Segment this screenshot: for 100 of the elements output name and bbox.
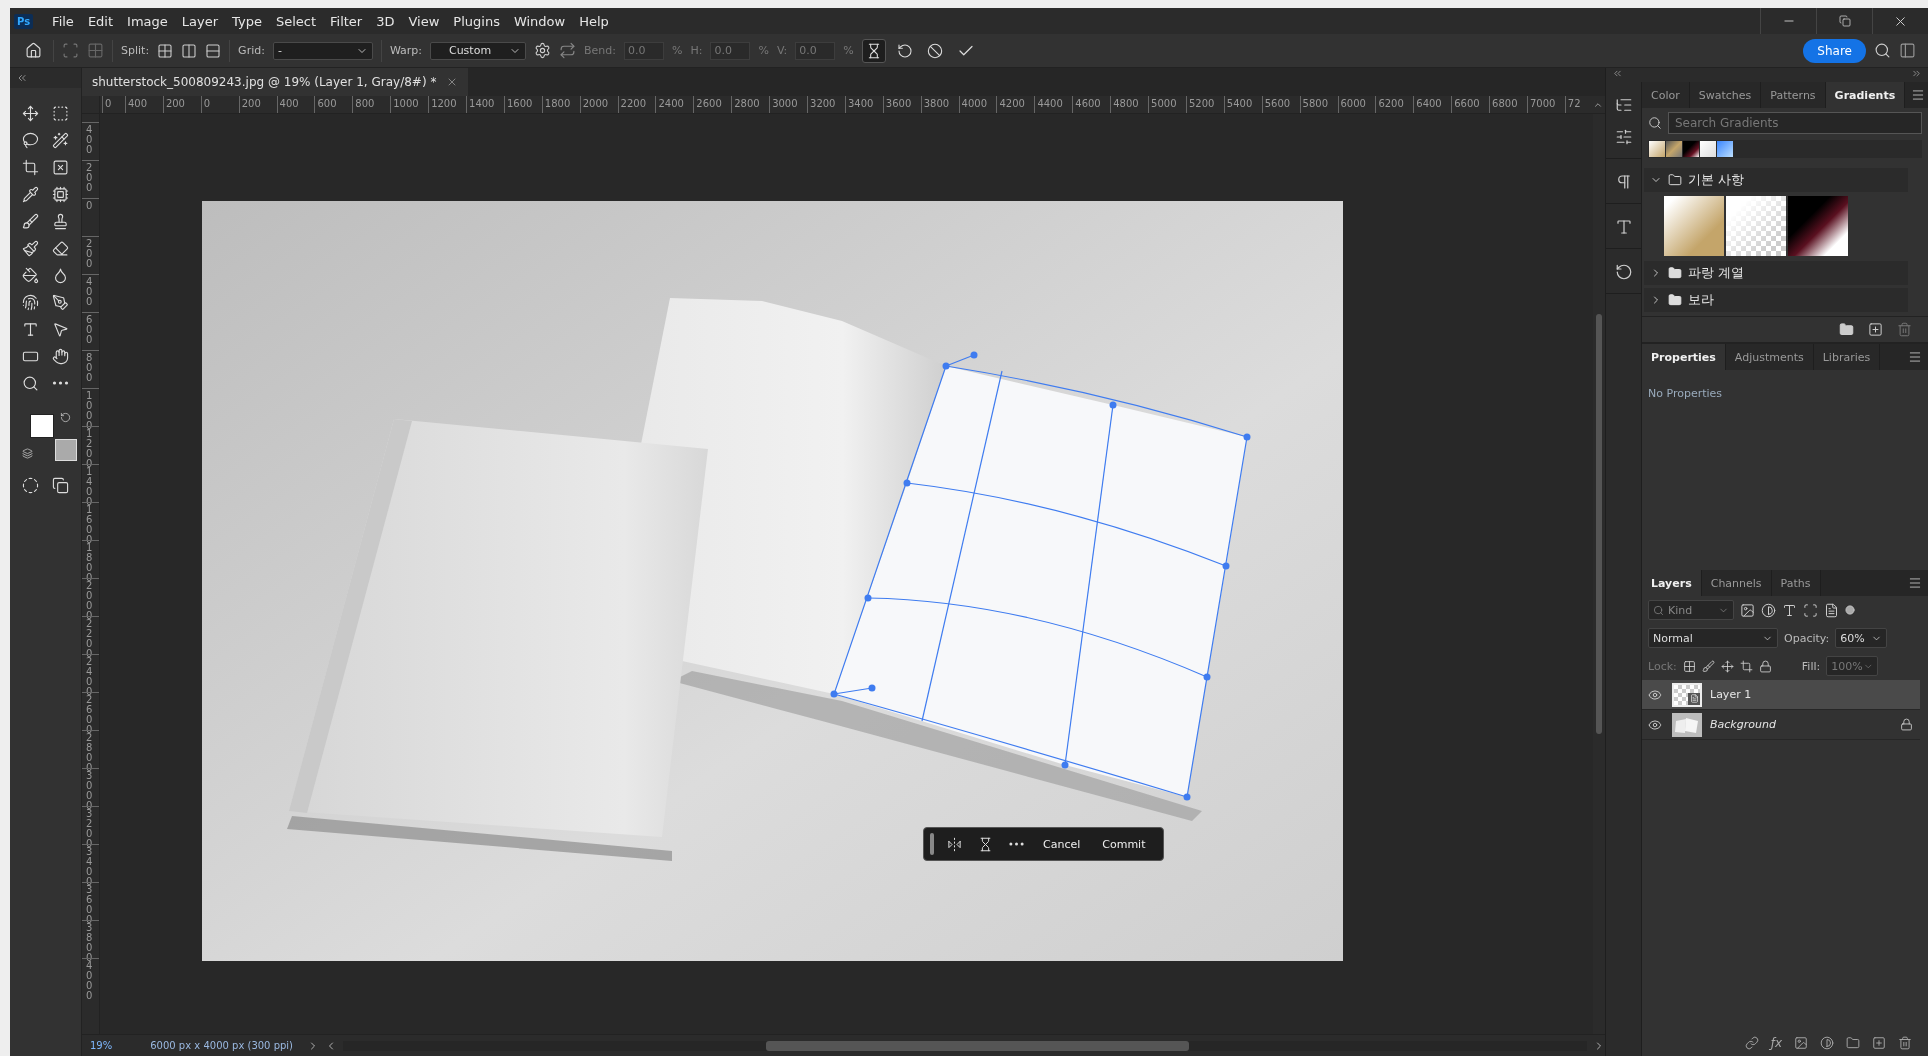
group-icon[interactable] <box>1846 1036 1860 1050</box>
new-gradient-icon[interactable] <box>1868 322 1883 337</box>
split-horizontal-icon[interactable] <box>205 42 222 59</box>
visibility-icon[interactable] <box>1648 717 1662 732</box>
warp-orientation-icon[interactable] <box>559 42 577 59</box>
menu-item[interactable]: Edit <box>80 13 121 29</box>
gradient-preset[interactable] <box>1788 196 1848 256</box>
panel-tab[interactable]: Gradients <box>1825 82 1906 108</box>
expand-icon[interactable] <box>1612 68 1623 79</box>
settings-icon[interactable] <box>534 42 552 59</box>
split-vertical-icon[interactable] <box>181 42 198 59</box>
share-button[interactable]: Share <box>1803 38 1866 63</box>
recent-gradient-swatch[interactable] <box>1683 141 1699 157</box>
search-icon[interactable] <box>1874 42 1891 59</box>
character-icon[interactable] <box>1614 218 1633 236</box>
menu-item[interactable]: Select <box>268 13 323 29</box>
gradient-group[interactable]: 파랑 계열 <box>1644 261 1908 285</box>
mask-icon[interactable] <box>1794 1036 1808 1050</box>
delete-icon[interactable] <box>1898 1036 1912 1050</box>
delete-icon[interactable] <box>1897 322 1912 337</box>
more-icon <box>51 381 69 385</box>
adjustment-filter-icon[interactable] <box>1761 602 1776 618</box>
fx-button[interactable]: ƒx <box>1770 1036 1782 1050</box>
menu-item[interactable]: View <box>401 13 447 29</box>
document-tab[interactable]: shutterstock_500809243.jpg @ 19% (Layer 1, Gray/8#) * <box>82 68 469 96</box>
home-icon <box>25 42 42 59</box>
pixel-filter-icon[interactable] <box>1740 602 1755 618</box>
ruler-label: 6800 <box>1492 98 1518 109</box>
ruler-label: 3600 <box>885 98 912 109</box>
background-color-swatch[interactable] <box>55 439 77 461</box>
recent-gradient-swatch[interactable] <box>1649 141 1665 157</box>
commit-button[interactable]: Commit <box>1096 833 1152 855</box>
menu-item[interactable]: 3D <box>369 13 402 29</box>
ruler-label: 5600 <box>1264 98 1291 109</box>
menu-item[interactable]: Image <box>120 13 175 29</box>
menu-item[interactable]: Layer <box>174 13 226 29</box>
workspace-icon[interactable] <box>1899 42 1916 59</box>
ruler-label: 5800 <box>1302 98 1329 109</box>
history-icon[interactable] <box>1614 263 1633 281</box>
new-layer-icon[interactable] <box>1872 1036 1886 1050</box>
foreground-color-swatch[interactable] <box>30 414 54 438</box>
menu-item[interactable]: Filter <box>323 13 370 29</box>
menu-icon <box>1911 88 1926 102</box>
ruler-label: 7000 <box>1529 98 1556 109</box>
gradient-group[interactable]: 기본 사항 <box>1644 168 1908 192</box>
gradient-group[interactable]: 보라 <box>1644 288 1908 312</box>
smart-object-filter-icon[interactable] <box>1824 602 1839 618</box>
screen-mode-icon <box>51 476 69 494</box>
ruler-label: 2200 <box>620 98 647 109</box>
cancel-button[interactable]: Cancel <box>1037 833 1087 855</box>
type-filter-icon[interactable] <box>1782 602 1797 618</box>
opacity-field[interactable]: 60% <box>1835 628 1888 648</box>
search-field[interactable]: Search Gradients <box>1668 112 1922 134</box>
blend-mode-dropdown[interactable]: Normal <box>1648 628 1778 648</box>
cancel-icon <box>926 42 943 59</box>
ruler-label: 400 <box>86 277 93 307</box>
collapse-icon[interactable] <box>1911 68 1922 79</box>
menu-item[interactable]: Window <box>506 13 573 29</box>
app-logo[interactable]: Ps <box>14 13 34 29</box>
zoom-level[interactable]: 19% <box>90 1040 113 1051</box>
panel-tab[interactable]: Layers <box>1642 570 1702 596</box>
menu-item[interactable]: Type <box>225 13 269 29</box>
ruler-label: 4800 <box>1113 98 1139 109</box>
menu-item[interactable]: File <box>45 13 81 29</box>
ruler-label: 400 <box>128 98 148 109</box>
recent-gradient-swatch[interactable] <box>1717 141 1733 157</box>
ruler-label: 200 <box>86 163 93 193</box>
puppet-warp-button[interactable] <box>861 38 886 63</box>
shape-filter-icon[interactable] <box>1803 602 1818 618</box>
ruler-label: 3800 <box>923 98 950 109</box>
adjustments-icon[interactable] <box>1614 128 1633 146</box>
lock-pixels-icon[interactable] <box>1701 659 1715 673</box>
panel-tab[interactable]: Properties <box>1642 344 1726 370</box>
visibility-icon[interactable] <box>1648 687 1662 702</box>
new-group-icon[interactable] <box>1839 322 1854 337</box>
lock-position-icon[interactable] <box>1720 659 1734 673</box>
ruler-label: 1600 <box>506 98 533 109</box>
swap-colors-icon[interactable] <box>60 412 71 423</box>
recent-gradient-swatch[interactable] <box>1700 141 1716 157</box>
filter-toggle-icon[interactable] <box>1845 605 1855 615</box>
filter-dropdown[interactable]: Kind <box>1648 600 1734 620</box>
adjustment-icon[interactable] <box>1820 1036 1834 1050</box>
menu-icon <box>1908 576 1922 590</box>
link-icon[interactable] <box>1744 1036 1759 1050</box>
ruler-label: 6600 <box>1454 98 1480 109</box>
layer-row[interactable]: Layer 1 <box>1642 680 1920 710</box>
history-brush-icon <box>22 239 40 257</box>
menu-item[interactable]: Help <box>572 13 616 29</box>
warp-dropdown[interactable]: Custom <box>430 41 527 60</box>
collapse-icon[interactable] <box>16 72 28 84</box>
lock-transparency-icon[interactable] <box>1682 659 1696 673</box>
lock-artboard-icon[interactable] <box>1739 659 1753 673</box>
ruler-label: 6400 <box>1416 98 1442 109</box>
grid-dropdown[interactable]: - <box>272 41 373 60</box>
layer-row[interactable]: Background <box>1642 710 1920 740</box>
vertical-scrollbar[interactable] <box>1593 114 1605 1034</box>
split-cross-icon[interactable] <box>157 42 174 59</box>
lock-all-icon[interactable] <box>1758 659 1772 673</box>
recent-gradient-swatch[interactable] <box>1666 141 1682 157</box>
menu-item[interactable]: Plugins <box>446 13 507 29</box>
